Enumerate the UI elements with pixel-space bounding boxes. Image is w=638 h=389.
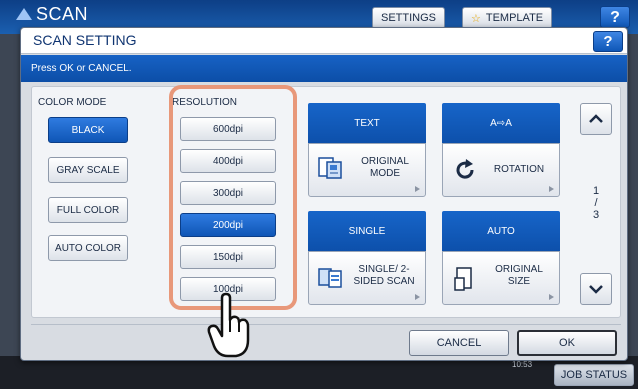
app-help-button[interactable]: ? bbox=[600, 6, 630, 28]
page-separator: / bbox=[594, 197, 598, 209]
chevron-right-icon bbox=[415, 186, 420, 192]
dialog-message-bar: Press OK or CANCEL. bbox=[21, 55, 627, 82]
original-size-label-line2: SIZE bbox=[507, 276, 531, 287]
rotation-label: ROTATION bbox=[493, 164, 545, 175]
original-size-value: AUTO bbox=[442, 211, 560, 251]
page-current: 1 bbox=[592, 185, 600, 197]
single-sided-label-line2: SIDED SCAN bbox=[353, 276, 415, 287]
single-2-sided-scan-button[interactable]: SINGLE/ 2- SIDED SCAN bbox=[308, 251, 426, 305]
chevron-down-icon bbox=[589, 285, 603, 294]
tab-template[interactable]: ☆ TEMPLATE bbox=[462, 7, 553, 29]
single-sided-label-line1: SINGLE/ 2- bbox=[358, 264, 410, 275]
color-mode-black-button[interactable]: BLACK bbox=[48, 117, 128, 143]
original-size-button[interactable]: ORIGINAL SIZE bbox=[442, 251, 560, 305]
color-mode-gray-scale-button[interactable]: GRAY SCALE bbox=[48, 157, 128, 183]
settings-panel: COLOR MODE BLACK GRAY SCALE FULL COLOR A… bbox=[31, 85, 621, 318]
clock-time: 10:53 bbox=[512, 360, 533, 369]
chevron-right-icon bbox=[549, 294, 554, 300]
original-mode-value: TEXT bbox=[308, 103, 426, 143]
document-mode-icon bbox=[318, 157, 342, 179]
tab-settings[interactable]: SETTINGS bbox=[372, 7, 446, 29]
app-title: SCAN bbox=[36, 4, 89, 24]
rotation-value: A⇨A bbox=[442, 103, 560, 143]
original-size-label-line1: ORIGINAL bbox=[495, 264, 543, 275]
star-icon: ☆ bbox=[471, 12, 481, 25]
scan-setting-dialog: SCAN SETTING ? Press OK or CANCEL. COLOR… bbox=[20, 27, 628, 361]
color-mode-label: COLOR MODE bbox=[38, 97, 107, 108]
original-mode-button[interactable]: ORIGINAL MODE bbox=[308, 143, 426, 197]
dialog-help-button[interactable]: ? bbox=[593, 31, 623, 52]
chevron-up-icon bbox=[589, 114, 603, 123]
footer-divider bbox=[31, 324, 621, 325]
dialog-title-bar: SCAN SETTING ? bbox=[21, 28, 627, 54]
dialog-message: Press OK or CANCEL. bbox=[31, 63, 132, 74]
scroll-up-button[interactable] bbox=[580, 103, 612, 135]
color-mode-auto-color-button[interactable]: AUTO COLOR bbox=[48, 235, 128, 261]
chevron-right-icon bbox=[549, 186, 554, 192]
scan-app-icon bbox=[16, 8, 32, 20]
page-indicator: 1 / 3 bbox=[580, 185, 612, 221]
resolution-highlight-frame bbox=[169, 85, 297, 310]
single-sided-value: SINGLE bbox=[308, 211, 426, 251]
chevron-right-icon bbox=[415, 294, 420, 300]
dialog-title: SCAN SETTING bbox=[33, 32, 137, 48]
job-status-button[interactable]: JOB STATUS bbox=[554, 364, 634, 386]
rotate-icon bbox=[456, 159, 474, 179]
scroll-down-button[interactable] bbox=[580, 273, 612, 305]
ok-button[interactable]: OK bbox=[517, 330, 617, 356]
rotation-button[interactable]: ROTATION bbox=[442, 143, 560, 197]
tab-template-label: TEMPLATE bbox=[485, 12, 544, 24]
page-size-icon bbox=[454, 267, 472, 291]
cancel-button[interactable]: CANCEL bbox=[409, 330, 509, 356]
pointing-hand-icon bbox=[207, 292, 250, 358]
original-mode-label-line2: MODE bbox=[370, 168, 400, 179]
page-total: 3 bbox=[592, 209, 600, 221]
original-mode-label-line1: ORIGINAL bbox=[361, 156, 409, 167]
duplex-icon bbox=[318, 268, 342, 288]
tab-settings-label: SETTINGS bbox=[381, 12, 437, 24]
color-mode-full-color-button[interactable]: FULL COLOR bbox=[48, 197, 128, 223]
